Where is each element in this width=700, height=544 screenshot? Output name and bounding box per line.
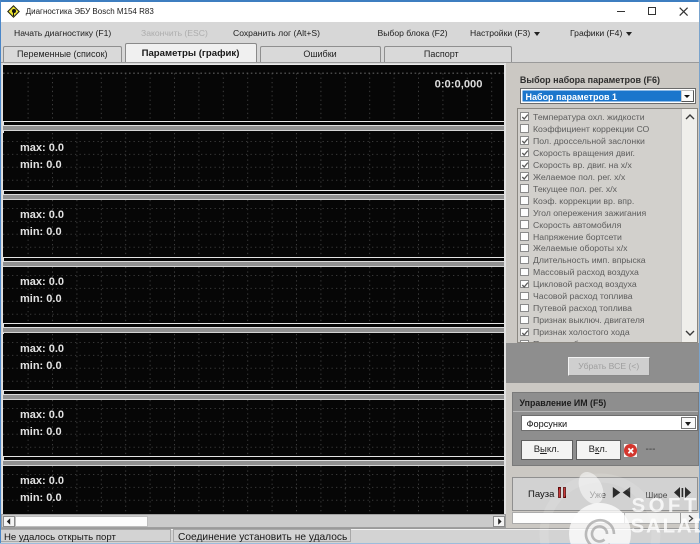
svg-text:min: 0.0: min: 0.0 xyxy=(20,293,62,305)
svg-text:min: 0.0: min: 0.0 xyxy=(20,159,62,171)
svg-text:max: 0.0: max: 0.0 xyxy=(20,209,64,221)
svg-text:min: 0.0: min: 0.0 xyxy=(20,426,62,438)
svg-text:max: 0.0: max: 0.0 xyxy=(20,409,64,421)
svg-text:min: 0.0: min: 0.0 xyxy=(20,226,62,238)
svg-text:min: 0.0: min: 0.0 xyxy=(20,360,62,372)
svg-text:max: 0.0: max: 0.0 xyxy=(20,475,64,487)
svg-text:0:0:0,000: 0:0:0,000 xyxy=(435,79,483,91)
svg-text:max: 0.0: max: 0.0 xyxy=(20,343,64,355)
svg-text:max: 0.0: max: 0.0 xyxy=(20,142,64,154)
svg-text:max: 0.0: max: 0.0 xyxy=(20,276,64,288)
svg-text:min: 0.0: min: 0.0 xyxy=(20,492,62,504)
